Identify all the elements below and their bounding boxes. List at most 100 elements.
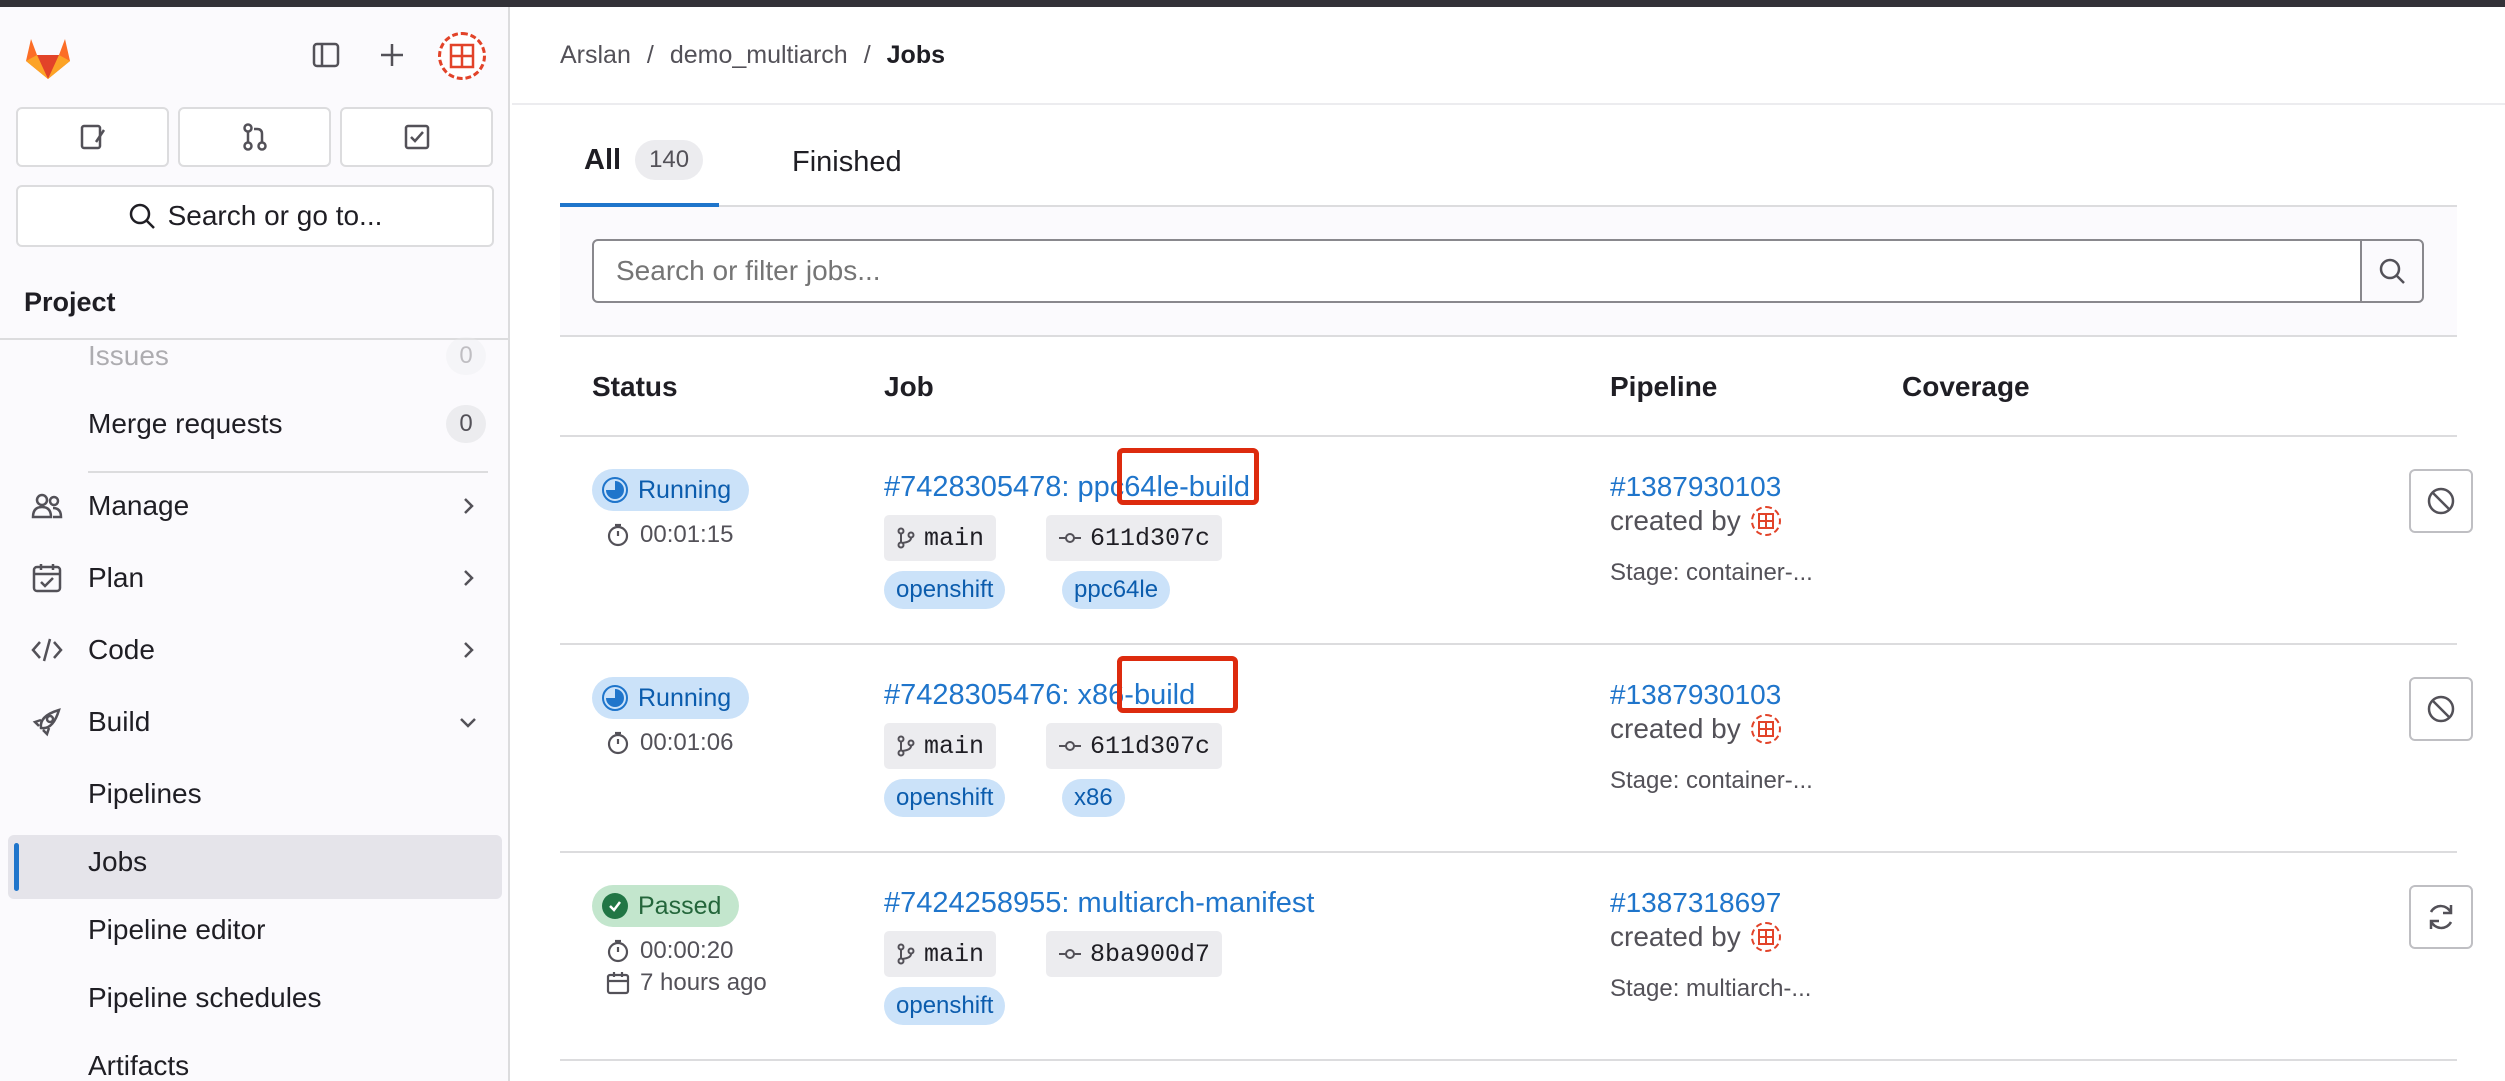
- breadcrumb-group-link[interactable]: Arslan: [560, 41, 631, 70]
- branch-name: main: [924, 523, 985, 553]
- sidebar-item-jobs[interactable]: Jobs: [0, 832, 508, 892]
- sidebar-item-build[interactable]: Build: [0, 692, 508, 752]
- chevron-right-icon: [456, 494, 480, 518]
- rocket-icon: [30, 705, 64, 739]
- user-avatar[interactable]: [1750, 922, 1781, 952]
- duration: 00:00:20: [606, 937, 733, 965]
- user-avatar[interactable]: [1750, 506, 1781, 536]
- sidebar-item-merge-requests[interactable]: Merge requests 0: [0, 394, 508, 454]
- commit-chip[interactable]: 8ba900d7: [1046, 931, 1223, 977]
- merge-requests-button[interactable]: [178, 107, 331, 167]
- search-button[interactable]: Search or go to...: [16, 185, 494, 247]
- cancel-icon: [2427, 487, 2455, 515]
- pipeline-link[interactable]: #1387930103: [1610, 471, 1781, 503]
- commit-icon: [1059, 533, 1081, 543]
- sidebar-item-pipelines[interactable]: Pipelines: [0, 764, 508, 824]
- branch-chip[interactable]: main: [884, 515, 997, 561]
- sidebar-item-label: Plan: [88, 562, 145, 593]
- finished-value: 7 hours ago: [640, 969, 767, 996]
- filter-search-button[interactable]: [2360, 239, 2424, 303]
- created-by-label: created by: [1610, 713, 1741, 744]
- timer-icon: [607, 731, 629, 755]
- created-by: created by: [1610, 713, 1781, 745]
- sidebar-item-plan[interactable]: Plan: [0, 548, 508, 608]
- table-header: Status Job Pipeline Coverage: [560, 337, 2457, 437]
- tab-all[interactable]: All 140: [560, 117, 719, 207]
- search-icon: [129, 203, 155, 229]
- timer-icon: [607, 523, 629, 547]
- sidebar-toggle-icon[interactable]: [304, 33, 348, 77]
- breadcrumb-current[interactable]: Jobs: [887, 41, 945, 70]
- commit-icon: [1059, 741, 1081, 751]
- status-label: Passed: [638, 891, 722, 920]
- sidebar-item-label: Pipelines: [88, 778, 202, 809]
- branch-name: main: [924, 731, 985, 761]
- branch-chip[interactable]: main: [884, 931, 997, 977]
- commit-chip[interactable]: 611d307c: [1046, 723, 1223, 769]
- job-link[interactable]: #7424258955: multiarch-manifest: [884, 887, 1314, 920]
- duration-value: 00:01:15: [640, 521, 734, 548]
- assigned-issues-button[interactable]: [16, 107, 169, 167]
- status-label: Running: [638, 683, 732, 712]
- user-avatar[interactable]: [438, 32, 486, 80]
- job-separator: :: [1061, 471, 1078, 503]
- sidebar-item-pipeline-editor[interactable]: Pipeline editor: [0, 900, 508, 960]
- sidebar: Search or go to... Project Issues 0 Merg…: [0, 7, 510, 1081]
- created-by-label: created by: [1610, 505, 1741, 536]
- branch-icon: [897, 735, 915, 757]
- cancel-job-button[interactable]: [2409, 677, 2473, 741]
- plus-icon[interactable]: [370, 33, 414, 77]
- todo-list-button[interactable]: [340, 107, 493, 167]
- status-label: Running: [638, 475, 732, 504]
- column-header-job: Job: [884, 371, 934, 402]
- status-badge[interactable]: Running: [592, 677, 750, 719]
- users-icon: [30, 489, 64, 523]
- breadcrumb: Arslan / demo_multiarch / Jobs: [560, 41, 945, 70]
- job-tag: x86: [1062, 779, 1125, 817]
- tab-all-label: All: [584, 143, 622, 176]
- sidebar-item-label: Jobs: [88, 846, 148, 877]
- job-name: multiarch-manifest: [1077, 887, 1315, 919]
- commit-chip[interactable]: 611d307c: [1046, 515, 1223, 561]
- sidebar-item-label: Artifacts: [88, 1050, 190, 1081]
- retry-job-button[interactable]: [2409, 885, 2473, 949]
- cancel-icon: [2427, 695, 2455, 723]
- sidebar-item-artifacts[interactable]: Artifacts: [0, 1036, 508, 1081]
- divider: [512, 103, 2505, 105]
- job-id: #7424258955: [884, 887, 1062, 919]
- sidebar-section-title: Project: [24, 287, 116, 317]
- pipeline-link[interactable]: #1387318697: [1610, 887, 1781, 919]
- filter-bar: [560, 207, 2457, 337]
- breadcrumb-project-link[interactable]: demo_multiarch: [670, 41, 848, 70]
- branch-icon: [897, 527, 915, 549]
- issues-count-badge: 0: [446, 337, 486, 375]
- user-avatar[interactable]: [1750, 714, 1781, 744]
- column-header-status: Status: [592, 371, 678, 402]
- sidebar-item-label: Merge requests: [88, 408, 283, 439]
- sidebar-item-pipeline-schedules[interactable]: Pipeline schedules: [0, 968, 508, 1028]
- job-id: #7428305478: [884, 471, 1062, 503]
- annotation-highlight-box: [1117, 656, 1238, 713]
- cancel-job-button[interactable]: [2409, 469, 2473, 533]
- calendar-icon: [606, 972, 630, 995]
- stage-label: Stage: container-...: [1610, 559, 1813, 586]
- filter-jobs-input[interactable]: [592, 239, 2362, 303]
- sidebar-item-manage[interactable]: Manage: [0, 476, 508, 536]
- column-header-coverage: Coverage: [1902, 371, 2030, 402]
- status-badge[interactable]: Running: [592, 469, 750, 511]
- tab-finished[interactable]: Finished: [792, 117, 902, 207]
- branch-icon: [897, 943, 915, 965]
- status-badge[interactable]: Passed: [592, 885, 740, 927]
- branch-chip[interactable]: main: [884, 723, 997, 769]
- main-content: Arslan / demo_multiarch / Jobs All 140 F…: [512, 7, 2505, 1081]
- annotation-highlight-box: [1117, 448, 1259, 505]
- sidebar-item-issues[interactable]: Issues 0: [0, 326, 508, 386]
- gitlab-logo-icon[interactable]: [22, 31, 74, 83]
- sidebar-item-code[interactable]: Code: [0, 620, 508, 680]
- duration-value: 00:00:20: [640, 937, 734, 964]
- tab-all-count: 140: [635, 140, 704, 180]
- pipeline-link[interactable]: #1387930103: [1610, 679, 1781, 711]
- retry-icon: [2429, 904, 2453, 930]
- top-border: [0, 0, 2505, 7]
- duration: 00:01:06: [606, 729, 733, 757]
